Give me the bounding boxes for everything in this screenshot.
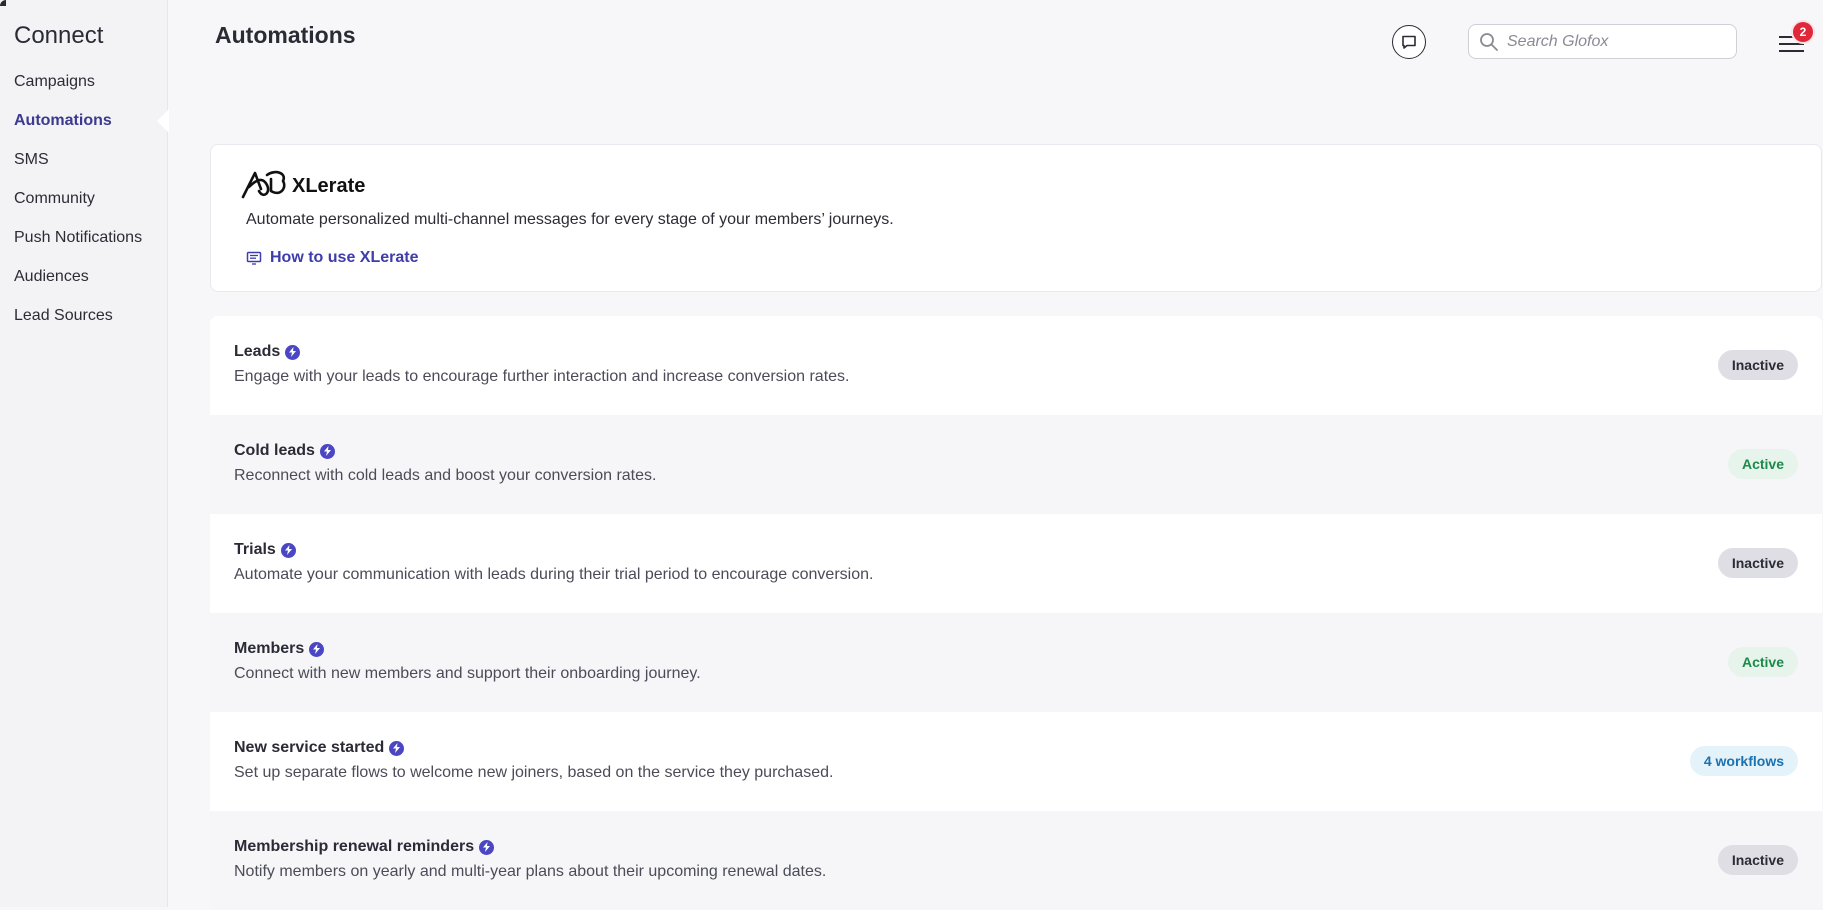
sidebar-item-campaigns[interactable]: Campaigns <box>0 70 168 109</box>
how-to-use-label: How to use XLerate <box>270 249 419 266</box>
automation-title: Trials <box>234 541 296 559</box>
status-badge: Active <box>1727 647 1798 677</box>
sidebar-nav: Campaigns Automations SMS Community Push… <box>0 70 169 343</box>
automation-description: Reconnect with cold leads and boost your… <box>234 467 657 484</box>
automation-title: New service started <box>234 739 405 757</box>
automation-title: Membership renewal reminders <box>234 838 495 856</box>
document-icon <box>246 250 262 266</box>
intro-description: Automate personalized multi-channel mess… <box>246 211 894 228</box>
chat-button[interactable] <box>1392 25 1426 59</box>
search-icon <box>1479 32 1499 52</box>
sidebar-item-sms[interactable]: SMS <box>0 148 168 187</box>
lightning-icon <box>309 641 325 657</box>
automation-title: Leads <box>234 343 301 361</box>
lightning-icon <box>280 542 296 558</box>
lightning-icon <box>479 839 495 855</box>
sidebar: Connect Campaigns Automations SMS Commun… <box>0 0 169 907</box>
search-box[interactable] <box>1468 24 1737 59</box>
page-title: Automations <box>215 22 356 48</box>
lightning-icon <box>319 443 335 459</box>
automation-description: Automate your communication with leads d… <box>234 566 874 583</box>
sidebar-item-lead-sources[interactable]: Lead Sources <box>0 304 168 343</box>
lightning-icon <box>389 740 405 756</box>
brand-name: XLerate <box>292 175 366 197</box>
status-badge: Inactive <box>1717 350 1798 380</box>
sidebar-title: Connect <box>14 22 104 49</box>
xlerate-intro-card: XLerate Automate personalized multi-chan… <box>210 144 1822 292</box>
automation-row-trials[interactable]: Trials Automate your communication with … <box>210 514 1822 613</box>
automation-description: Set up separate flows to welcome new joi… <box>234 764 834 781</box>
automation-title: Members <box>234 640 325 658</box>
notification-badge: 2 <box>1793 22 1813 42</box>
automation-row-cold-leads[interactable]: Cold leads Reconnect with cold leads and… <box>210 415 1822 514</box>
automation-title: Cold leads <box>234 442 335 460</box>
chat-icon <box>1402 35 1416 49</box>
status-badge: Active <box>1727 449 1798 479</box>
status-badge: Inactive <box>1717 548 1798 578</box>
search-input[interactable] <box>1505 31 1729 52</box>
lightning-icon <box>285 344 301 360</box>
automation-row-new-service-started[interactable]: New service started Set up separate flow… <box>210 712 1822 811</box>
workflows-badge: 4 workflows <box>1689 746 1798 776</box>
automation-row-members[interactable]: Members Connect with new members and sup… <box>210 613 1822 712</box>
sidebar-item-community[interactable]: Community <box>0 187 168 226</box>
sidebar-item-audiences[interactable]: Audiences <box>0 265 168 304</box>
automation-description: Notify members on yearly and multi-year … <box>234 863 827 880</box>
status-badge: Inactive <box>1717 845 1798 875</box>
automation-description: Connect with new members and support the… <box>234 665 701 682</box>
automation-row-leads[interactable]: Leads Engage with your leads to encourag… <box>210 316 1822 415</box>
automation-description: Engage with your leads to encourage furt… <box>234 368 850 385</box>
how-to-use-link[interactable]: How to use XLerate <box>246 249 418 267</box>
window-corner <box>0 0 6 6</box>
automation-list: Leads Engage with your leads to encourag… <box>210 316 1822 910</box>
sidebar-item-push-notifications[interactable]: Push Notifications <box>0 226 168 265</box>
xlerate-logo-icon <box>241 170 286 199</box>
sidebar-item-automations[interactable]: Automations <box>0 109 169 148</box>
automation-row-membership-renewal-reminders[interactable]: Membership renewal reminders Notify memb… <box>210 811 1822 910</box>
